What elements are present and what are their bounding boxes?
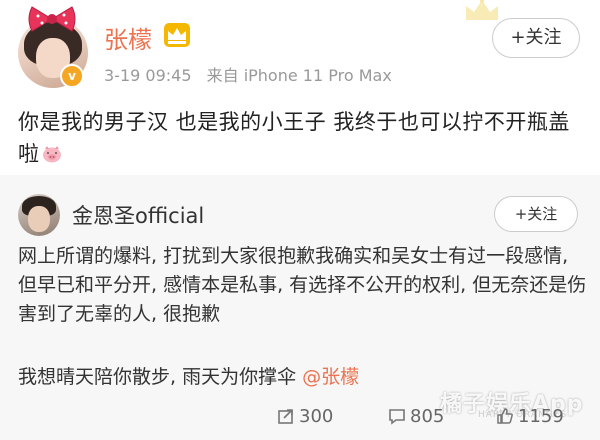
thumbs-up-icon <box>497 408 513 424</box>
comment-button[interactable]: 805 <box>388 406 444 427</box>
post-date: 3-19 09:45 <box>104 66 192 85</box>
repost-text: 网上所谓的爆料, 打扰到大家很抱歉我确实和吴女士有过一段感情, 但早已和平分开,… <box>18 245 587 325</box>
bow-icon <box>28 6 76 32</box>
repost-follow-button[interactable]: +关注 <box>494 196 578 232</box>
repost-icon <box>278 409 293 424</box>
follow-button[interactable]: +关注 <box>492 18 580 58</box>
comment-count: 805 <box>410 406 445 427</box>
post-text: 你是我的男子汉 也是我的小王子 我终于也可以拧不开瓶盖啦 <box>18 106 588 170</box>
post-source: 来自 iPhone 11 Pro Max <box>206 66 392 85</box>
repost-button[interactable]: 300 <box>277 406 333 427</box>
repost-text-second: 我想晴天陪你散步, 雨天为你撑伞 @张檬 <box>18 362 588 389</box>
repost-avatar[interactable] <box>18 194 60 236</box>
post-header: v 张檬 +关注 3-19 09:45 来自 iPhone 11 Pro Max <box>0 0 600 100</box>
stats-bar: 300 805 1159 <box>0 398 600 440</box>
repost-text-second-content: 我想晴天陪你散步, 雨天为你撑伞 <box>18 366 303 388</box>
comment-icon <box>389 409 405 425</box>
post-meta: 3-19 09:45 来自 iPhone 11 Pro Max <box>104 62 402 86</box>
repost-count: 300 <box>299 406 334 427</box>
repost-username[interactable]: 金恩圣official <box>72 200 204 230</box>
mention-link[interactable]: @张檬 <box>302 366 359 388</box>
verified-badge-icon: v <box>60 64 84 88</box>
pig-emoji-icon <box>42 146 61 163</box>
username[interactable]: 张檬 <box>104 20 152 55</box>
like-count: 1159 <box>518 406 564 427</box>
decorative-crown-icon <box>466 0 498 20</box>
post-text-content: 你是我的男子汉 也是我的小王子 我终于也可以拧不开瓶盖啦 <box>18 110 570 166</box>
like-button[interactable]: 1159 <box>496 406 564 427</box>
crown-icon <box>164 23 190 47</box>
